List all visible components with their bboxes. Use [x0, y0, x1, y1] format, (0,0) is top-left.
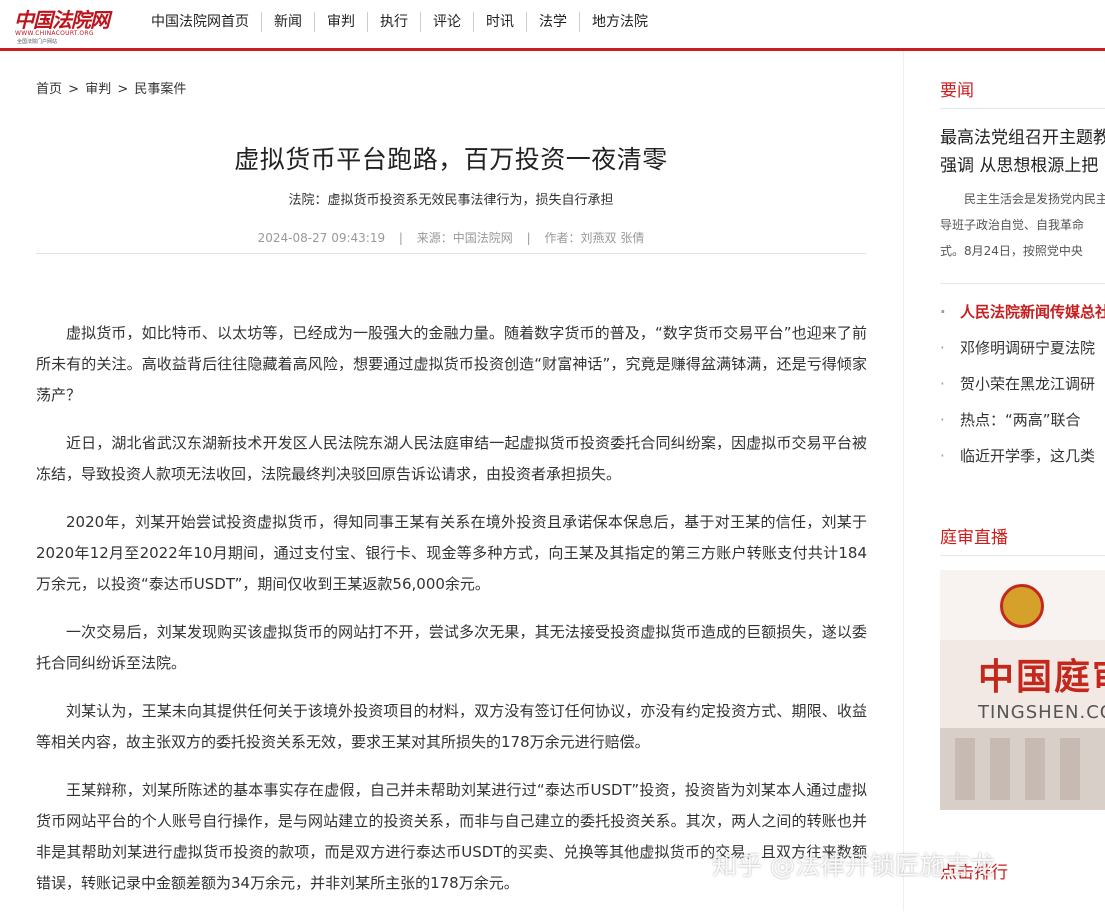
breadcrumb-separator: >: [117, 82, 129, 97]
article-paragraph: 刘某认为，王某未向其提供任何关于该境外投资项目的材料，双方没有签订任何协议，亦没…: [36, 702, 867, 751]
bullet-icon: ·: [940, 447, 945, 465]
bullet-icon: ·: [940, 375, 945, 393]
article-body: 虚拟货币，如比特币、以太坊等，已经成为一股强大的金融力量。随着数字货币的普及，“…: [36, 318, 867, 916]
logo-url: WWW.CHINACOURT.ORG: [15, 30, 94, 37]
section-divider: [940, 283, 1105, 284]
news-item-label: 邓修明调研宁夏法院: [960, 339, 1096, 357]
article-author: 作者：刘燕双 张倩: [544, 231, 645, 245]
news-item-label: 热点：“两高”联合: [960, 411, 1081, 429]
news-item-label: 人民法院新闻传媒总社: [960, 303, 1105, 321]
court-emblem-icon: [1000, 584, 1044, 628]
main-nav: 中国法院网首页 新闻 审判 执行 评论 时讯 法学 地方法院: [139, 12, 660, 32]
article-title: 虚拟货币平台跑路，百万投资一夜清零: [234, 145, 668, 174]
article-source: 来源：中国法院网: [416, 231, 513, 245]
summary-line: 式。8月24日，按照党中央: [940, 244, 1083, 258]
nav-item-law-study[interactable]: 法学: [526, 12, 579, 32]
top-headline[interactable]: 最高法党组召开主题教育专题民主生活会 强调 从思想根源上把: [940, 124, 1105, 180]
meta-separator: |: [398, 231, 403, 245]
article-datetime: 2024-08-27 09:43:19: [257, 231, 386, 245]
bullet-icon: ·: [940, 411, 945, 429]
nav-item-local-courts[interactable]: 地方法院: [579, 12, 660, 32]
article-paragraph: 一次交易后，刘某发现购买该虚拟货币的网站打不开，尝试多次无果，其无法接受投资虚拟…: [36, 623, 867, 672]
breadcrumb-home[interactable]: 首页: [36, 82, 62, 97]
bullet-icon: ·: [940, 303, 946, 321]
headline-summary: 民主生活会是发扬党内民主、加强党内监督的重要方式 导班子政治自觉、自我革命 式。…: [940, 186, 1105, 264]
news-item[interactable]: · 贺小荣在黑龙江调研: [940, 368, 1105, 404]
live-trial-banner[interactable]: 中国庭审公开网 TINGSHEN.COURT.GOV.CN: [940, 570, 1105, 810]
logo-tagline: 全国法院门户网站: [17, 39, 58, 45]
article-paragraph: 虚拟货币，如比特币、以太坊等，已经成为一股强大的金融力量。随着数字货币的普及，“…: [36, 324, 867, 404]
breadcrumb-civil-cases[interactable]: 民事案件: [134, 82, 186, 97]
nav-item-execution[interactable]: 执行: [367, 12, 420, 32]
breadcrumb-trial[interactable]: 审判: [85, 82, 111, 97]
court-building-image: [940, 728, 1105, 810]
news-item[interactable]: · 邓修明调研宁夏法院: [940, 332, 1105, 368]
nav-item-news[interactable]: 新闻: [261, 12, 314, 32]
headline-line: 强调 从思想根源上把: [940, 156, 1099, 176]
news-item[interactable]: · 热点：“两高”联合: [940, 404, 1105, 440]
article-paragraph: 近日，湖北省武汉东湖新技术开发区人民法院东湖人民法庭审结一起虚拟货币投资委托合同…: [36, 434, 867, 483]
section-divider: [940, 555, 1105, 556]
site-logo[interactable]: 中国法院网 WWW.CHINACOURT.ORG 全国法院门户网站: [14, 4, 114, 45]
article-meta: 2024-08-27 09:43:19 | 来源：中国法院网 | 作者：刘燕双 …: [36, 229, 866, 246]
banner-title: 中国庭审公开网: [978, 657, 1105, 698]
breadcrumb: 首页 > 审判 > 民事案件: [36, 78, 186, 97]
article-subtitle: 法院：虚拟货币投资系无效民事法律行为，损失自行承担: [288, 193, 614, 208]
nav-item-trial[interactable]: 审判: [314, 12, 367, 32]
logo-text: 中国法院网: [14, 8, 110, 32]
news-item-label: 贺小荣在黑龙江调研: [960, 375, 1096, 393]
news-item-label: 临近开学季，这几类: [960, 447, 1096, 465]
article-paragraph: 2020年，刘某开始尝试投资虚拟货币，得知同事王某有关系在境外投资且承诺保本保息…: [36, 513, 867, 593]
nav-divider: [0, 48, 1105, 51]
summary-line: 导班子政治自觉、自我革命: [940, 218, 1085, 232]
meta-separator: |: [526, 231, 531, 245]
bullet-icon: ·: [940, 339, 945, 357]
news-list: · 人民法院新闻传媒总社 · 邓修明调研宁夏法院 · 贺小荣在黑龙江调研 · 热点：“两…: [940, 296, 1105, 476]
watermark-text: 知乎 @法律开锁匠施吉龙: [712, 851, 995, 880]
column-divider: [903, 51, 904, 911]
section-title-headlines: 要闻: [940, 81, 974, 101]
nav-item-comment[interactable]: 评论: [420, 12, 473, 32]
section-title-live-trial: 庭审直播: [940, 528, 1008, 548]
nav-item-current-news[interactable]: 时讯: [473, 12, 526, 32]
headline-line: 最高法党组召开主题教育专题民主生活会: [940, 128, 1105, 148]
section-divider: [940, 108, 1105, 109]
summary-line: 民主生活会是发扬党内民主、加强党内监督的重要方式: [964, 192, 1105, 206]
nav-item-home[interactable]: 中国法院网首页: [139, 12, 261, 32]
header-divider: [36, 253, 866, 254]
news-item[interactable]: · 人民法院新闻传媒总社: [940, 296, 1105, 332]
breadcrumb-separator: >: [68, 82, 80, 97]
top-navbar: 中国法院网 WWW.CHINACOURT.ORG 全国法院门户网站 中国法院网首…: [0, 0, 1105, 48]
news-item[interactable]: · 临近开学季，这几类: [940, 440, 1105, 476]
banner-url: TINGSHEN.COURT.GOV.CN: [978, 702, 1105, 723]
